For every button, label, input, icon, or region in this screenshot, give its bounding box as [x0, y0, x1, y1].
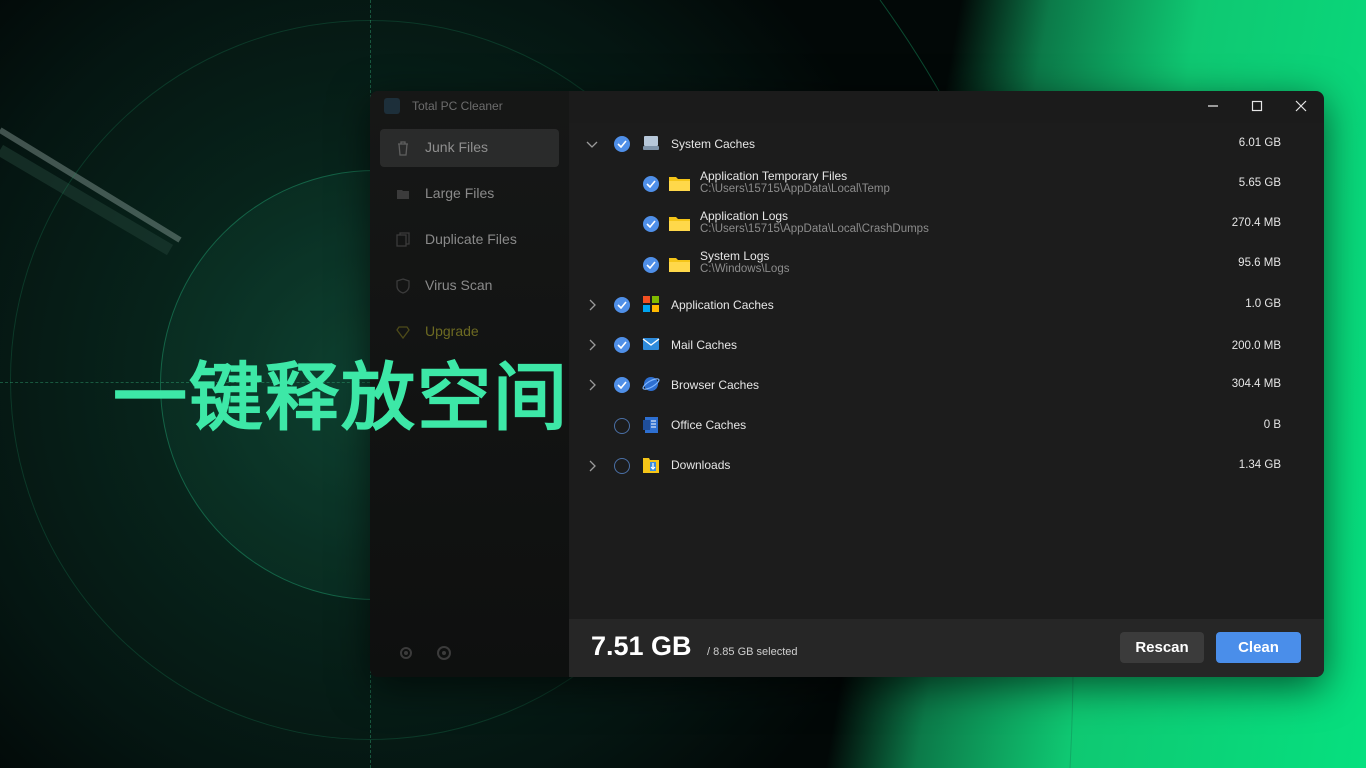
list-item-application-caches[interactable]: Application Caches 1.0 GB	[569, 285, 1324, 325]
row-size: 1.34 GB	[1238, 459, 1281, 471]
maximize-icon	[1251, 100, 1263, 112]
checkbox-unchecked[interactable]	[614, 458, 630, 474]
row-label: Browser Caches	[671, 378, 760, 392]
row-path: C:\Users\15715\AppData\Local\Temp	[700, 183, 890, 195]
sidebar-item-label: Duplicate Files	[425, 231, 517, 247]
sidebar-item-junk-files[interactable]: Junk Files	[380, 129, 559, 167]
row-size: 0 B	[1263, 419, 1281, 431]
chevron-right-icon[interactable]	[585, 378, 599, 392]
row-size: 95.6 MB	[1238, 257, 1281, 269]
chevron-down-icon[interactable]	[585, 137, 599, 151]
minimize-button[interactable]	[1191, 91, 1235, 121]
folder-icon	[669, 177, 690, 191]
chevron-right-icon[interactable]	[585, 338, 599, 352]
duplicate-icon	[396, 232, 410, 247]
downloads-folder-icon	[643, 458, 659, 473]
row-label: Mail Caches	[671, 338, 738, 352]
close-icon	[1295, 100, 1307, 112]
checkbox-checked[interactable]	[614, 377, 630, 393]
row-label: Application Caches	[671, 298, 774, 312]
list-item-browser-caches[interactable]: Browser Caches 304.4 MB	[569, 365, 1324, 405]
sidebar-item-large-files[interactable]: Large Files	[380, 175, 559, 213]
list-item-mail-caches[interactable]: Mail Caches 200.0 MB	[569, 325, 1324, 365]
row-label: Application Logs	[700, 209, 789, 223]
row-path: C:\Users\15715\AppData\Local\CrashDumps	[700, 223, 929, 235]
row-size: 5.65 GB	[1238, 177, 1281, 189]
maximize-button[interactable]	[1235, 91, 1279, 121]
checkbox-checked[interactable]	[614, 337, 630, 353]
mail-icon	[642, 338, 660, 350]
sidebar-item-virus-scan[interactable]: Virus Scan	[380, 267, 559, 305]
feedback-icon[interactable]	[436, 645, 452, 661]
sidebar-item-duplicate-files[interactable]: Duplicate Files	[380, 221, 559, 259]
chevron-right-icon[interactable]	[585, 298, 599, 312]
shield-icon	[396, 278, 410, 294]
app-title: Total PC Cleaner	[412, 99, 503, 113]
row-size: 6.01 GB	[1238, 137, 1281, 149]
gear-icon[interactable]	[398, 645, 414, 661]
drive-icon	[643, 136, 659, 150]
row-size: 270.4 MB	[1231, 217, 1281, 229]
sidebar-item-label: Upgrade	[425, 323, 479, 339]
folder-icon	[397, 190, 409, 199]
slogan: 一键释放空间	[113, 355, 569, 441]
titlebar: Total PC Cleaner	[370, 91, 1324, 123]
row-label: Office Caches	[671, 418, 747, 432]
list-item-app-temp-files[interactable]: Application Temporary Files C:\Users\157…	[569, 164, 1324, 204]
row-label: System Logs	[700, 249, 770, 263]
checkbox-checked[interactable]	[614, 136, 630, 152]
sidebar-item-label: Large Files	[425, 185, 495, 201]
minimize-icon	[1208, 105, 1218, 107]
windows-logo-icon	[643, 296, 659, 312]
row-size: 200.0 MB	[1231, 340, 1281, 352]
row-size: 1.0 GB	[1245, 298, 1281, 310]
selected-size-text: / 8.85 GB selected	[707, 646, 798, 658]
folder-icon	[669, 217, 690, 231]
total-size: 7.51 GB	[591, 631, 692, 661]
app-icon	[384, 98, 400, 114]
checkbox-unchecked[interactable]	[614, 418, 630, 434]
row-label: Application Temporary Files	[700, 169, 848, 183]
office-doc-icon	[643, 417, 658, 433]
list-item-downloads[interactable]: Downloads 1.34 GB	[569, 446, 1324, 486]
chevron-right-icon[interactable]	[585, 459, 599, 473]
sidebar-item-label: Virus Scan	[425, 277, 493, 293]
checkbox-checked[interactable]	[614, 297, 630, 313]
close-button[interactable]	[1279, 91, 1323, 121]
row-label: Downloads	[671, 458, 731, 472]
list-item-app-logs[interactable]: Application Logs C:\Users\15715\AppData\…	[569, 204, 1324, 244]
trash-icon	[398, 141, 408, 156]
list-item-system-caches[interactable]: System Caches 6.01 GB	[569, 124, 1324, 164]
folder-icon	[669, 258, 690, 272]
row-label: System Caches	[671, 137, 756, 151]
list-item-office-caches[interactable]: Office Caches 0 B	[569, 406, 1324, 446]
clean-button[interactable]: Clean	[1216, 632, 1301, 663]
list-item-system-logs[interactable]: System Logs C:\Windows\Logs 95.6 MB	[569, 244, 1324, 284]
row-size: 304.4 MB	[1231, 378, 1281, 390]
checkbox-checked[interactable]	[643, 216, 659, 232]
checkbox-checked[interactable]	[643, 257, 659, 273]
checkbox-checked[interactable]	[643, 176, 659, 192]
footer-bar: 7.51 GB / 8.85 GB selected Rescan Clean	[569, 619, 1324, 677]
sidebar-item-label: Junk Files	[425, 139, 489, 155]
row-path: C:\Windows\Logs	[700, 263, 790, 275]
junk-list: System Caches 6.01 GB Application Tempor…	[569, 123, 1324, 619]
rescan-button[interactable]: Rescan	[1120, 632, 1204, 663]
globe-icon	[642, 377, 660, 391]
